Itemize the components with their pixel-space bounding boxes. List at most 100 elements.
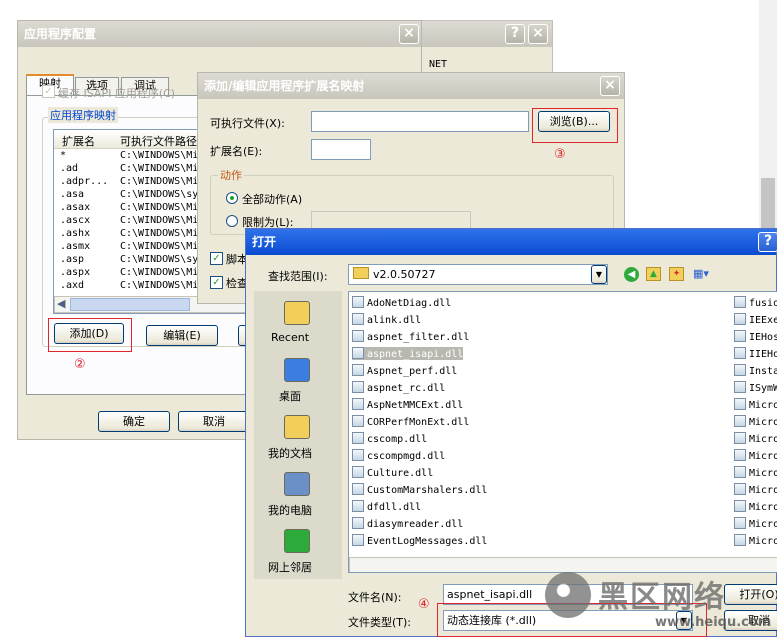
file-item[interactable]: IEHos	[734, 330, 777, 343]
file-item[interactable]: dfdll.dll	[352, 500, 421, 513]
file-item[interactable]: Insta	[734, 364, 777, 377]
my-documents-icon[interactable]	[284, 415, 310, 439]
table-hscroll-thumb[interactable]	[70, 298, 190, 311]
ext-input[interactable]	[311, 139, 371, 160]
new-folder-icon[interactable]: ✦	[669, 267, 684, 281]
up-folder-icon[interactable]: ▲	[646, 267, 661, 281]
ok-button[interactable]: 确定	[98, 411, 170, 432]
close-icon[interactable]: ×	[528, 24, 548, 44]
dll-file-icon	[734, 398, 746, 410]
mapping-row-path[interactable]: C:\WINDOWS\Mi	[120, 228, 198, 239]
dll-file-icon	[352, 330, 364, 342]
my-computer-icon[interactable]	[284, 472, 310, 496]
exe-input[interactable]	[311, 111, 529, 132]
mapping-row-ext[interactable]: .asax	[60, 202, 90, 213]
edit-button[interactable]: 编辑(E)	[146, 325, 218, 346]
mapping-row-ext[interactable]: .asp	[60, 254, 84, 265]
close-icon[interactable]: ×	[600, 76, 620, 96]
file-item[interactable]: Micro	[734, 415, 777, 428]
dll-file-icon	[734, 415, 746, 427]
file-item[interactable]: Micro	[734, 483, 777, 496]
file-item[interactable]: aspnet_isapi.dll	[352, 347, 464, 360]
check-file-checkbox[interactable]: ✓	[210, 276, 223, 289]
file-item[interactable]: aspnet_rc.dll	[352, 381, 445, 394]
file-item[interactable]: CustomMarshalers.dll	[352, 483, 487, 496]
file-item[interactable]: Micro	[734, 449, 777, 462]
file-item[interactable]: Micro	[734, 398, 777, 411]
file-item[interactable]: aspnet_filter.dll	[352, 330, 469, 343]
file-item[interactable]: AdoNetDiag.dll	[352, 296, 451, 309]
mapping-row-ext[interactable]: .aspx	[60, 267, 90, 278]
place-label[interactable]: 我的文档	[254, 445, 326, 461]
place-label[interactable]: 我的电脑	[254, 502, 326, 518]
file-list[interactable]: AdoNetDiag.dll alink.dll aspnet_filter.dll…	[348, 291, 777, 573]
close-icon[interactable]: ×	[399, 24, 419, 44]
mapping-row-ext[interactable]: .adpr...	[60, 176, 108, 187]
mapping-row-ext[interactable]: .asa	[60, 189, 84, 200]
lookin-dropdown-icon[interactable]: ▼	[591, 265, 607, 284]
mapping-row-path[interactable]: C:\WINDOWS\sy	[120, 189, 198, 200]
desktop-icon[interactable]	[284, 358, 310, 382]
file-item[interactable]: Micro	[734, 517, 777, 530]
back-icon[interactable]: ◀	[624, 267, 639, 282]
place-label[interactable]: 网上邻居	[254, 559, 326, 575]
file-name: aspnet_filter.dll	[367, 332, 470, 343]
script-engine-checkbox[interactable]: ✓	[210, 252, 223, 265]
file-item[interactable]: Micro	[734, 466, 777, 479]
mapping-row-ext[interactable]: *	[60, 150, 66, 161]
place-label[interactable]: 桌面	[254, 388, 326, 404]
mapping-row-path[interactable]: C:\WINDOWS\Mi	[120, 280, 198, 291]
open-button[interactable]: 打开(O)	[724, 584, 777, 605]
file-item[interactable]: CORPerfMonExt.dll	[352, 415, 469, 428]
network-places-icon[interactable]	[284, 529, 310, 553]
file-item[interactable]: IIEHo	[734, 347, 777, 360]
file-name: IEHos	[749, 332, 777, 343]
file-item[interactable]: Micro	[734, 534, 777, 547]
help-icon[interactable]: ?	[758, 232, 777, 252]
file-list-hscrollbar[interactable]	[349, 557, 777, 572]
mapping-row-path[interactable]: C:\WINDOWS\Mi	[120, 267, 198, 278]
file-item[interactable]: AspNetMMCExt.dll	[352, 398, 463, 411]
mapping-row-ext[interactable]: .ashx	[60, 228, 90, 239]
file-item[interactable]: ISymW	[734, 381, 777, 394]
help-icon[interactable]: ?	[505, 24, 525, 44]
file-item[interactable]: cscomp.dll	[352, 432, 427, 445]
mapping-row-ext[interactable]: .ad	[60, 163, 78, 174]
file-item[interactable]: EventLogMessages.dll	[352, 534, 487, 547]
limit-to-radio[interactable]	[226, 215, 238, 227]
mapping-row-path[interactable]: C:\WINDOWS\Mi	[120, 176, 198, 187]
dll-file-icon	[352, 534, 364, 546]
place-label[interactable]: Recent	[254, 331, 326, 344]
scroll-left-icon[interactable]: ◀	[57, 297, 65, 310]
file-item[interactable]: Culture.dll	[352, 466, 433, 479]
file-item[interactable]: alink.dll	[352, 313, 421, 326]
file-item[interactable]: diasymreader.dll	[352, 517, 463, 530]
recent-folder-icon[interactable]	[284, 301, 310, 325]
file-item[interactable]: Micro	[734, 432, 777, 445]
column-exe-path[interactable]: 可执行文件路径	[120, 133, 197, 149]
column-extension[interactable]: 扩展名	[62, 133, 95, 149]
cancel-button[interactable]: 取消	[178, 411, 250, 432]
cache-isapi-checkbox[interactable]: ✓	[42, 85, 55, 98]
file-item[interactable]: fusio	[734, 296, 777, 309]
file-item[interactable]: cscompmgd.dll	[352, 449, 445, 462]
file-name: Micro	[749, 400, 777, 411]
file-item[interactable]: IEExe	[734, 313, 777, 326]
mapping-row-path[interactable]: C:\WINDOWS\sy	[120, 254, 198, 265]
lookin-combo[interactable]: v2.0.50727	[348, 264, 608, 285]
mapping-row-ext[interactable]: .ascx	[60, 215, 90, 226]
mapping-row-ext[interactable]: .asmx	[60, 241, 90, 252]
all-actions-radio[interactable]	[226, 192, 238, 204]
mapping-row-path[interactable]: C:\WINDOWS\Mi	[120, 163, 198, 174]
file-name: Micro	[749, 485, 777, 496]
view-menu-icon[interactable]: ▦▾	[693, 267, 715, 282]
mapping-row-path[interactable]: C:\WINDOWS\Mi	[120, 202, 198, 213]
limit-to-input[interactable]	[311, 211, 471, 229]
file-item[interactable]: Micro	[734, 500, 777, 513]
file-item[interactable]: Aspnet_perf.dll	[352, 364, 457, 377]
mapping-row-path[interactable]: C:\WINDOWS\Mi	[120, 241, 198, 252]
dll-file-icon	[734, 466, 746, 478]
mapping-row-ext[interactable]: .axd	[60, 280, 84, 291]
mapping-row-path[interactable]: C:\WINDOWS\Mi	[120, 150, 198, 161]
mapping-row-path[interactable]: C:\WINDOWS\Mi	[120, 215, 198, 226]
